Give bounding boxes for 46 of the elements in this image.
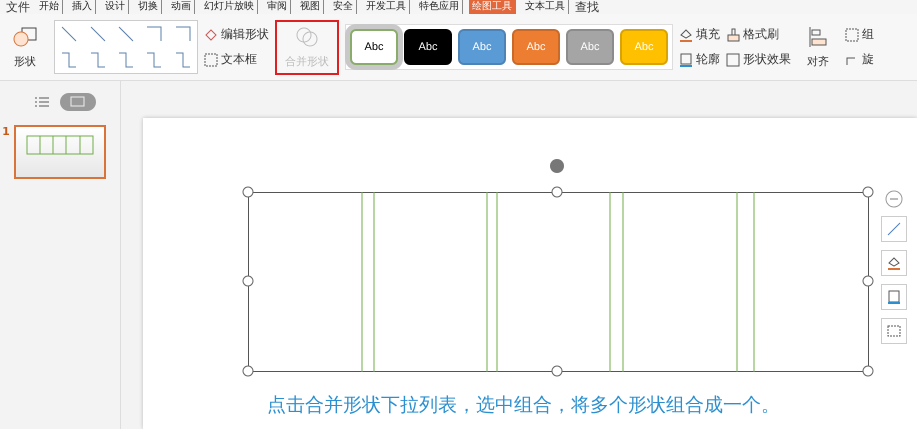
paint-bucket-icon [886,255,902,271]
text-box-icon [204,52,218,66]
outline-tool-button[interactable] [881,284,907,310]
file-menu[interactable]: 文件 [6,0,30,16]
connector-icon [146,26,162,42]
connector-icon [61,52,78,68]
align-icon [808,26,828,48]
collapse-icon [885,190,903,208]
connector-icon [90,26,106,42]
shapes-button[interactable]: 形状 [2,20,48,74]
connector-icon [118,26,134,42]
shapes-icon [12,26,38,48]
connector-icon [146,52,162,68]
format-painter-button[interactable]: 格式刷 [726,26,791,43]
paint-bucket-icon [679,28,693,42]
group-button[interactable]: 组 [845,26,874,43]
connector-gallery[interactable] [54,20,198,74]
connector-icon [61,26,78,42]
edit-shape-icon [204,28,218,42]
text-wrap-button[interactable] [881,318,907,344]
outline-icon [886,289,902,305]
connector-icon [174,52,191,68]
fill-tool-button[interactable] [881,250,907,276]
merge-shapes-icon [295,26,319,48]
slide-view-toggle[interactable] [60,93,96,111]
rectangles-drawing [26,135,94,155]
list-icon [34,96,50,108]
outline-button[interactable]: 轮廓 [679,51,720,68]
slide-number: 1 [2,125,10,138]
edit-shape-button[interactable]: 编辑形状 [204,26,269,43]
connector-icon [118,52,134,68]
text-box-icon [886,323,902,339]
fill-button[interactable]: 填充 [679,26,720,43]
text-box-button[interactable]: 文本框 [204,51,269,68]
slide-thumbnail[interactable] [14,125,106,179]
style-button[interactable] [881,216,907,242]
outline-icon [679,52,693,66]
search-button[interactable]: 查找 [575,0,599,16]
style-swatch[interactable]: Abc [404,29,452,65]
connector-icon [90,52,106,68]
shape-effects-button[interactable]: 形状效果 [726,51,791,68]
align-button[interactable]: 对齐 [797,20,839,74]
rotate-button[interactable]: 旋 [845,51,874,68]
slide-view-icon [70,96,86,108]
caption-text: 点击合并形状下拉列表，选中组合，将多个形状组合成一个。 [267,393,780,418]
connector-icon [174,26,191,42]
